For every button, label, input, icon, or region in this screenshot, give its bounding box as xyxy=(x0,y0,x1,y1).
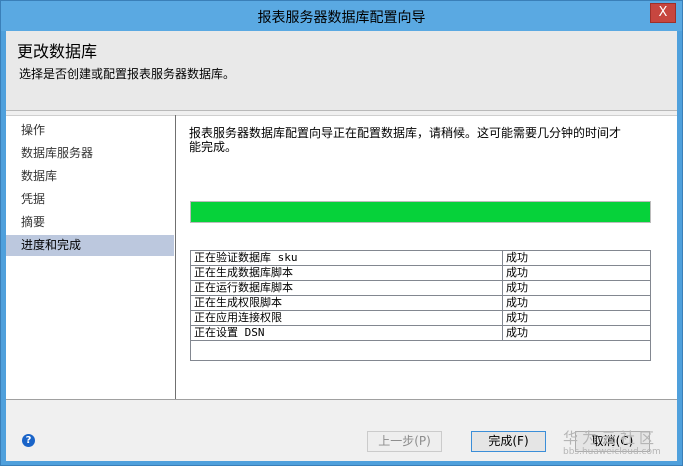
window-title: 报表服务器数据库配置向导 xyxy=(257,10,426,26)
close-icon: X xyxy=(658,5,668,20)
table-row: 正在应用连接权限 成功 xyxy=(191,311,650,326)
status-cell: 成功 xyxy=(506,326,528,339)
task-cell: 正在生成权限脚本 xyxy=(194,296,282,309)
wizard-step-nav: 操作 数据库服务器 数据库 凭据 摘要 进度和完成 xyxy=(6,115,175,399)
wizard-header: 更改数据库 选择是否创建或配置报表服务器数据库。 xyxy=(6,31,677,111)
task-cell: 正在生成数据库脚本 xyxy=(194,266,293,279)
help-icon[interactable]: ? xyxy=(22,434,35,447)
nav-item-database[interactable]: 数据库 xyxy=(6,166,174,187)
finish-button[interactable]: 完成(F) xyxy=(471,431,546,452)
main-panel: 报表服务器数据库配置向导正在配置数据库，请稍候。这可能需要几分钟的时间才能完成。… xyxy=(176,115,677,399)
table-row: 正在生成数据库脚本 成功 xyxy=(191,266,650,281)
status-table: 正在验证数据库 sku 成功 正在生成数据库脚本 成功 正在运行数据库脚本 成功… xyxy=(190,250,651,361)
task-cell: 正在运行数据库脚本 xyxy=(194,281,293,294)
task-cell: 正在应用连接权限 xyxy=(194,311,282,324)
status-cell: 成功 xyxy=(506,296,528,309)
column-separator xyxy=(502,251,503,265)
progress-bar xyxy=(190,201,651,223)
table-row: 正在验证数据库 sku 成功 xyxy=(191,251,650,266)
table-row: 正在生成权限脚本 成功 xyxy=(191,296,650,311)
status-cell: 成功 xyxy=(506,311,528,324)
table-row: 正在运行数据库脚本 成功 xyxy=(191,281,650,296)
column-separator xyxy=(502,296,503,310)
table-row: 正在设置 DSN 成功 xyxy=(191,326,650,341)
status-cell: 成功 xyxy=(506,266,528,279)
status-cell: 成功 xyxy=(506,251,528,264)
column-separator xyxy=(502,266,503,280)
title-bar[interactable]: 报表服务器数据库配置向导 X xyxy=(1,1,682,31)
nav-item-operation[interactable]: 操作 xyxy=(6,120,174,141)
wizard-client-area: 更改数据库 选择是否创建或配置报表服务器数据库。 操作 数据库服务器 数据库 凭… xyxy=(6,31,677,461)
page-subtitle: 选择是否创建或配置报表服务器数据库。 xyxy=(19,67,236,81)
column-separator xyxy=(502,311,503,325)
task-cell: 正在设置 DSN xyxy=(194,326,265,339)
column-separator xyxy=(502,326,503,340)
progress-bar-fill xyxy=(191,202,650,222)
wizard-window: 报表服务器数据库配置向导 X 更改数据库 选择是否创建或配置报表服务器数据库。 … xyxy=(0,0,683,466)
nav-item-progress[interactable]: 进度和完成 xyxy=(6,235,174,256)
footer-divider xyxy=(6,399,677,400)
back-button[interactable]: 上一步(P) xyxy=(367,431,442,452)
nav-item-database-server[interactable]: 数据库服务器 xyxy=(6,143,174,164)
progress-description: 报表服务器数据库配置向导正在配置数据库，请稍候。这可能需要几分钟的时间才能完成。 xyxy=(189,126,622,154)
watermark-text: 华为云社区 xyxy=(563,429,659,447)
nav-item-credentials[interactable]: 凭据 xyxy=(6,189,174,210)
status-cell: 成功 xyxy=(506,281,528,294)
watermark-url: bbs.huaweicloud.com xyxy=(563,447,661,457)
nav-item-summary[interactable]: 摘要 xyxy=(6,212,174,233)
column-separator xyxy=(502,281,503,295)
close-button[interactable]: X xyxy=(650,3,676,23)
page-title: 更改数据库 xyxy=(17,42,98,61)
watermark: 华为云社区 bbs.huaweicloud.com xyxy=(563,427,683,457)
task-cell: 正在验证数据库 sku xyxy=(194,251,298,264)
